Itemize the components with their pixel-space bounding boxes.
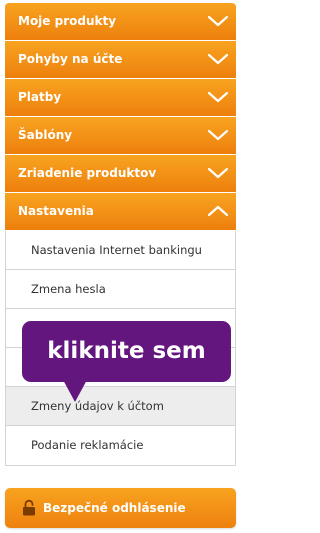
logout-label: Bezpečné odhlásenie <box>43 501 186 515</box>
menu-section-nastavenia[interactable]: Nastavenia <box>5 193 236 231</box>
chevron-down-icon <box>207 53 229 65</box>
side-navigation: Moje produkty Pohyby na účte Platby Šabl… <box>5 3 236 466</box>
menu-section-zriadenie-produktov[interactable]: Zriadenie produktov <box>5 155 236 193</box>
secure-logout-button[interactable]: Bezpečné odhlásenie <box>5 488 236 528</box>
chevron-down-icon <box>207 91 229 103</box>
chevron-down-icon <box>207 15 229 27</box>
menu-section-pohyby-na-ucte[interactable]: Pohyby na účte <box>5 41 236 79</box>
click-here-tooltip: kliknite sem <box>22 321 231 382</box>
chevron-down-icon <box>207 167 229 179</box>
submenu-item-zmena-hesla[interactable]: Zmena hesla <box>6 270 235 309</box>
menu-section-sablony[interactable]: Šablóny <box>5 117 236 155</box>
submenu-item-nastavenia-internet-bankingu[interactable]: Nastavenia Internet bankingu <box>6 231 235 270</box>
menu-section-moje-produkty[interactable]: Moje produkty <box>5 3 236 41</box>
menu-section-label: Moje produkty <box>18 14 117 28</box>
menu-section-label: Pohyby na účte <box>18 52 123 66</box>
menu-section-label: Nastavenia <box>18 204 94 218</box>
menu-section-platby[interactable]: Platby <box>5 79 236 117</box>
menu-section-label: Zriadenie produktov <box>18 166 157 180</box>
menu-section-label: Platby <box>18 90 62 104</box>
submenu-item-zmeny-udajov-k-uctom[interactable]: Zmeny údajov k účtom <box>6 387 235 426</box>
chevron-up-icon <box>207 205 229 217</box>
submenu-item-podanie-reklamacie[interactable]: Podanie reklamácie <box>6 426 235 465</box>
padlock-icon <box>23 499 35 516</box>
menu-section-label: Šablóny <box>18 128 73 142</box>
chevron-down-icon <box>207 129 229 141</box>
tooltip-pointer <box>62 378 88 402</box>
